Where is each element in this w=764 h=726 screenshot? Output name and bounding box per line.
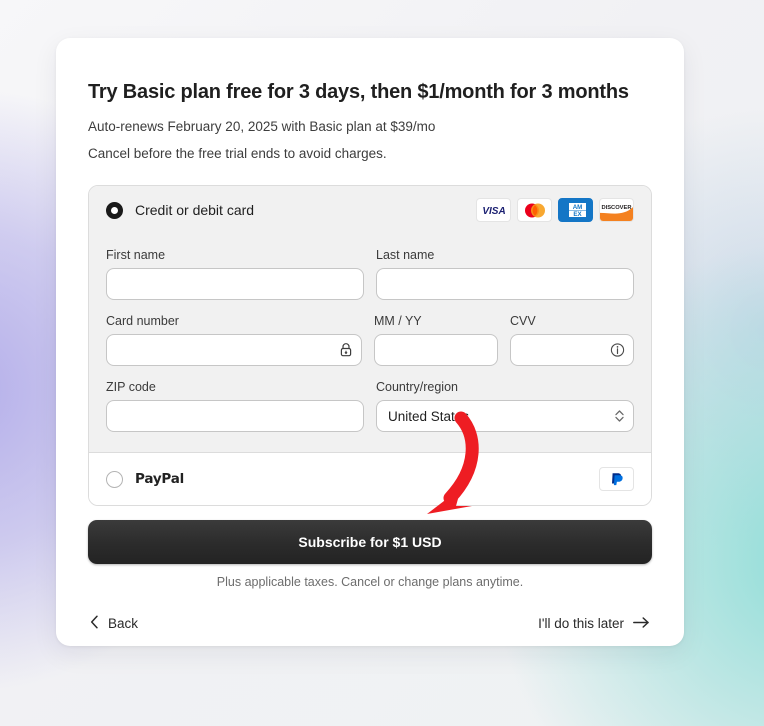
- card-number-input[interactable]: [106, 334, 362, 367]
- do-this-later-label: I'll do this later: [538, 616, 624, 632]
- paypal-brand-wrap: [599, 467, 634, 492]
- svg-text:DISCOVER: DISCOVER: [601, 205, 632, 211]
- chevron-left-icon: [90, 615, 99, 632]
- mastercard-logo: [517, 198, 552, 223]
- paypal-logo: [599, 467, 634, 492]
- chevron-updown-icon[interactable]: [614, 408, 625, 424]
- page-title: Try Basic plan free for 3 days, then $1/…: [88, 81, 629, 103]
- payment-method-group: Credit or debit card VISA AM EX DISCOVER…: [88, 185, 652, 507]
- renewal-note: Auto-renews February 20, 2025 with Basic…: [88, 119, 436, 134]
- zip-code-label: ZIP code: [106, 380, 156, 395]
- last-name-field: Last name: [376, 248, 634, 301]
- country-label: Country/region: [376, 380, 458, 395]
- radio-selected-icon[interactable]: [106, 201, 123, 219]
- expiry-field: MM / YY: [373, 314, 498, 367]
- zip-code-field: ZIP code: [106, 380, 364, 433]
- cvv-label: CVV: [509, 314, 536, 329]
- card-number-label: Card number: [106, 314, 179, 329]
- footer-nav: Back I'll do this later: [88, 611, 652, 636]
- card-brand-logos: VISA AM EX DISCOVER: [476, 198, 634, 223]
- arrow-right-icon: [633, 616, 650, 632]
- name-field-row: First name Last name: [106, 248, 634, 301]
- credit-card-panel[interactable]: Credit or debit card VISA AM EX DISCOVER…: [89, 186, 651, 453]
- radio-unselected-icon[interactable]: [106, 470, 123, 488]
- discover-logo: DISCOVER: [599, 198, 634, 223]
- address-field-row: ZIP code Country/region United States: [106, 380, 634, 433]
- svg-text:VISA: VISA: [482, 206, 505, 216]
- card-field-row: Card number MM / YY CVV: [106, 314, 634, 367]
- back-button-label: Back: [108, 616, 139, 632]
- card-number-field: Card number: [106, 314, 362, 367]
- subscribe-button[interactable]: Subscribe for $1 USD: [88, 520, 652, 565]
- zip-code-input[interactable]: [106, 400, 364, 433]
- visa-logo: VISA: [476, 198, 511, 223]
- last-name-label: Last name: [376, 248, 435, 263]
- country-field: Country/region United States: [376, 380, 634, 433]
- checkout-card: Try Basic plan free for 3 days, then $1/…: [56, 38, 684, 646]
- paypal-option-row[interactable]: PayPal: [89, 452, 651, 506]
- paypal-option-label: PayPal: [135, 471, 185, 488]
- last-name-input[interactable]: [376, 268, 634, 301]
- credit-card-option-row[interactable]: Credit or debit card VISA AM EX DISCOVER: [106, 186, 634, 234]
- svg-text:EX: EX: [573, 211, 582, 218]
- first-name-input[interactable]: [106, 268, 364, 301]
- amex-logo: AM EX: [558, 198, 593, 223]
- info-icon[interactable]: [610, 343, 625, 358]
- do-this-later-button[interactable]: I'll do this later: [536, 612, 652, 636]
- country-select-value: United States: [388, 408, 470, 424]
- svg-text:AM: AM: [572, 204, 582, 211]
- expiry-input[interactable]: [373, 334, 498, 367]
- cvv-field: CVV: [509, 314, 634, 367]
- credit-card-option-label: Credit or debit card: [135, 202, 255, 219]
- cancel-note: Cancel before the free trial ends to avo…: [88, 145, 387, 161]
- cta-fineprint: Plus applicable taxes. Cancel or change …: [216, 575, 524, 590]
- first-name-label: First name: [106, 248, 166, 263]
- country-select[interactable]: United States: [376, 400, 634, 433]
- first-name-field: First name: [106, 248, 364, 301]
- back-button[interactable]: Back: [88, 611, 140, 636]
- lock-icon: [339, 343, 353, 358]
- expiry-label: MM / YY: [373, 314, 422, 329]
